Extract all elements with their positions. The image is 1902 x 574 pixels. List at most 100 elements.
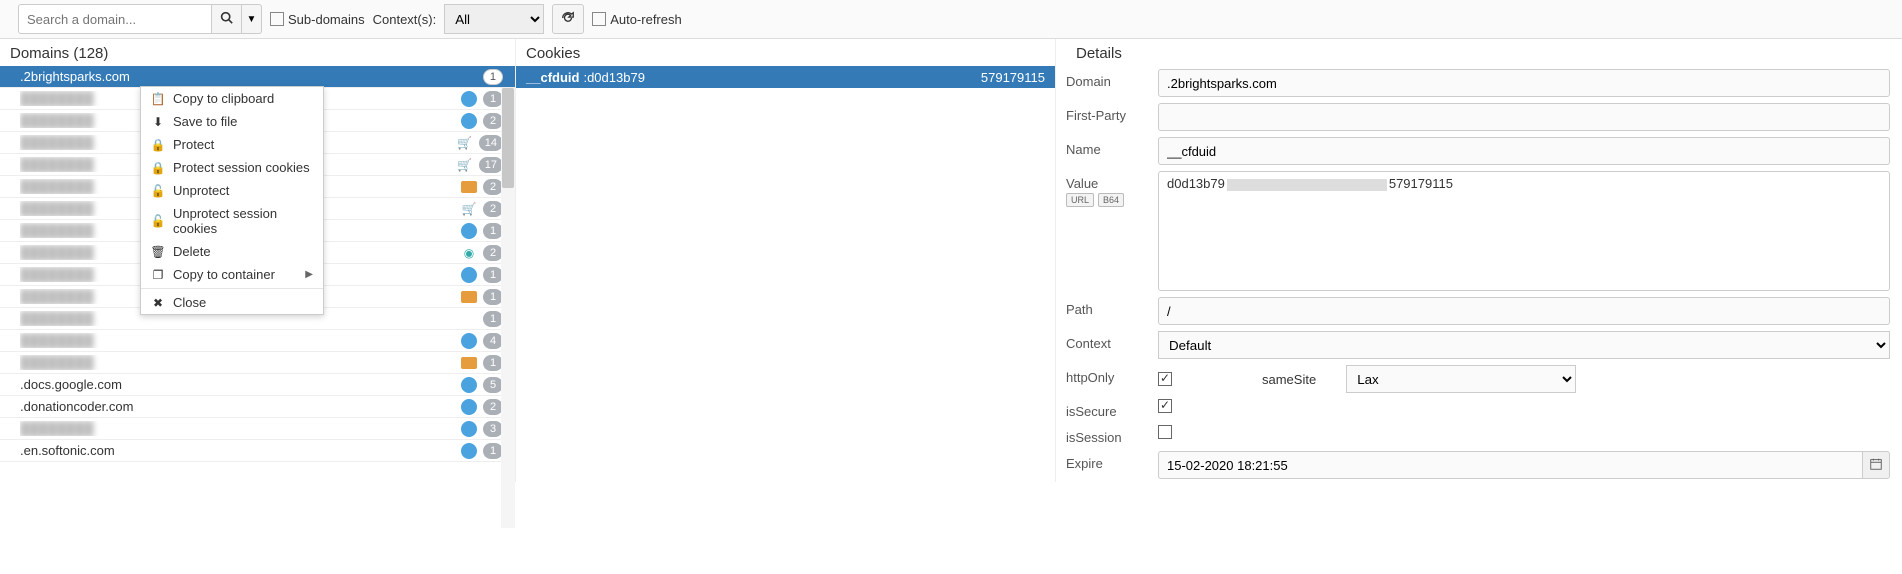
count-badge: 2 xyxy=(483,179,503,195)
count-badge: 1 xyxy=(483,91,503,107)
context-menu-item[interactable]: 🔓 Unprotect session cookies xyxy=(141,202,323,240)
spiral-icon: ◉ xyxy=(461,245,477,261)
subdomains-checkbox[interactable]: Sub-domains xyxy=(270,12,365,27)
domain-row[interactable]: ████████3 xyxy=(0,418,515,440)
domain-field[interactable] xyxy=(1158,69,1890,97)
samesite-select[interactable]: Lax xyxy=(1346,365,1576,393)
cookie-row[interactable]: __cfduid :d0d13b79 579179115 xyxy=(516,66,1055,88)
domain-row[interactable]: .docs.google.com5 xyxy=(0,374,515,396)
value-part1: d0d13b79 xyxy=(1167,176,1225,191)
search-dropdown[interactable]: ▼ xyxy=(242,4,262,34)
autorefresh-checkbox[interactable]: Auto-refresh xyxy=(592,12,682,27)
issession-label: isSession xyxy=(1066,425,1158,445)
context-menu-item[interactable]: 📋Copy to clipboard xyxy=(141,87,323,110)
expire-field[interactable] xyxy=(1158,451,1862,479)
domain-meta: 2 xyxy=(461,399,503,415)
expire-label: Expire xyxy=(1066,451,1158,471)
firstparty-field[interactable] xyxy=(1158,103,1890,131)
menu-item-label: Unprotect xyxy=(173,183,229,198)
menu-item-label: Protect session cookies xyxy=(173,160,310,175)
value-field[interactable]: d0d13b79 579179115 xyxy=(1158,171,1890,291)
domain-meta: 🛒14 xyxy=(457,135,503,151)
details-panel: Details Domain First-Party Name Value UR… xyxy=(1056,39,1902,482)
domains-title: Domains (128) xyxy=(0,39,515,66)
domain-meta: ◉2 xyxy=(461,245,503,261)
count-badge: 5 xyxy=(483,377,503,393)
dot-icon xyxy=(461,223,477,239)
domain-meta: 3 xyxy=(461,421,503,437)
count-badge: 1 xyxy=(483,267,503,283)
domain-row[interactable]: ████████1 xyxy=(0,352,515,374)
context-menu-item[interactable]: 🔒Protect session cookies xyxy=(141,156,323,179)
value-part2: 579179115 xyxy=(1389,176,1453,191)
context-menu-item[interactable]: 🔓 Unprotect xyxy=(141,179,323,202)
menu-item-label: Copy to clipboard xyxy=(173,91,274,106)
firstparty-label: First-Party xyxy=(1066,103,1158,123)
domain-row[interactable]: .en.softonic.com1 xyxy=(0,440,515,462)
count-badge: 1 xyxy=(483,289,503,305)
search-group: ▼ xyxy=(18,4,262,34)
value-redacted xyxy=(1227,179,1387,191)
domain-meta: 🛒17 xyxy=(457,157,503,173)
context-menu-item[interactable]: 🔒Protect xyxy=(141,133,323,156)
contexts-select[interactable]: All xyxy=(444,4,544,34)
context-menu-item[interactable]: 🗑Delete xyxy=(141,240,323,263)
value-label: Value URL B64 xyxy=(1066,171,1158,207)
domain-meta: 2 xyxy=(461,179,503,195)
issecure-checkbox[interactable] xyxy=(1158,399,1172,413)
cookie-value-part2: 579179115 xyxy=(981,70,1045,85)
menu-item-label: Unprotect session cookies xyxy=(173,206,313,236)
datepicker-button[interactable] xyxy=(1862,451,1890,479)
count-badge: 2 xyxy=(483,245,503,261)
menu-item-label: Close xyxy=(173,295,206,310)
httponly-checkbox[interactable] xyxy=(1158,372,1172,386)
dot-icon xyxy=(461,333,477,349)
b64-badge[interactable]: B64 xyxy=(1098,193,1124,207)
menu-item-icon: 🔒 xyxy=(151,138,165,152)
count-badge: 1 xyxy=(483,311,503,327)
domain-label: Domain xyxy=(1066,69,1158,89)
domain-meta: 1 xyxy=(461,223,503,239)
count-badge: 2 xyxy=(483,399,503,415)
name-field[interactable] xyxy=(1158,137,1890,165)
dot-icon xyxy=(461,421,477,437)
domain-row[interactable]: .donationcoder.com2 xyxy=(0,396,515,418)
count-badge: 1 xyxy=(483,69,503,85)
menu-item-icon: ❐ xyxy=(151,268,165,282)
domain-meta: 1 xyxy=(483,69,503,85)
menu-item-icon: 🔓 xyxy=(151,214,165,228)
briefcase-icon xyxy=(461,291,477,303)
domain-meta: 1 xyxy=(461,443,503,459)
search-button[interactable] xyxy=(212,4,242,34)
path-label: Path xyxy=(1066,297,1158,317)
menu-item-icon: 🔓 xyxy=(151,184,165,198)
dot-icon xyxy=(461,399,477,415)
refresh-button[interactable] xyxy=(552,4,584,34)
issession-checkbox[interactable] xyxy=(1158,425,1172,439)
domain-row[interactable]: .2brightsparks.com1 xyxy=(0,66,515,88)
count-badge: 2 xyxy=(483,113,503,129)
menu-item-label: Delete xyxy=(173,244,211,259)
domains-list[interactable]: .2brightsparks.com1████████1████████2███… xyxy=(0,66,515,462)
briefcase-icon xyxy=(461,357,477,369)
close-icon: ✖ xyxy=(151,296,165,310)
domain-meta: 5 xyxy=(461,377,503,393)
count-badge: 14 xyxy=(479,135,503,151)
search-input[interactable] xyxy=(18,4,212,34)
path-field[interactable] xyxy=(1158,297,1890,325)
main-panels: Domains (128) .2brightsparks.com1 ███████… xyxy=(0,39,1902,482)
briefcase-icon xyxy=(461,181,477,193)
context-menu-item[interactable]: ❐Copy to container▶ xyxy=(141,263,323,286)
context-select[interactable]: Default xyxy=(1158,331,1890,359)
url-badge[interactable]: URL xyxy=(1066,193,1094,207)
contexts-label: Context(s): xyxy=(373,12,437,27)
domain-meta: 1 xyxy=(483,311,503,327)
domain-row[interactable]: ████████4 xyxy=(0,330,515,352)
toolbar: ▼ Sub-domains Context(s): All Auto-refre… xyxy=(0,0,1902,39)
menu-item-label: Copy to container xyxy=(173,267,275,282)
domain-meta: 🛒2 xyxy=(461,201,503,217)
context-menu-close[interactable]: ✖ Close xyxy=(141,291,323,314)
cart-icon: 🛒 xyxy=(457,158,473,172)
scrollbar-thumb[interactable] xyxy=(502,88,514,188)
context-menu-item[interactable]: ⬇Save to file xyxy=(141,110,323,133)
